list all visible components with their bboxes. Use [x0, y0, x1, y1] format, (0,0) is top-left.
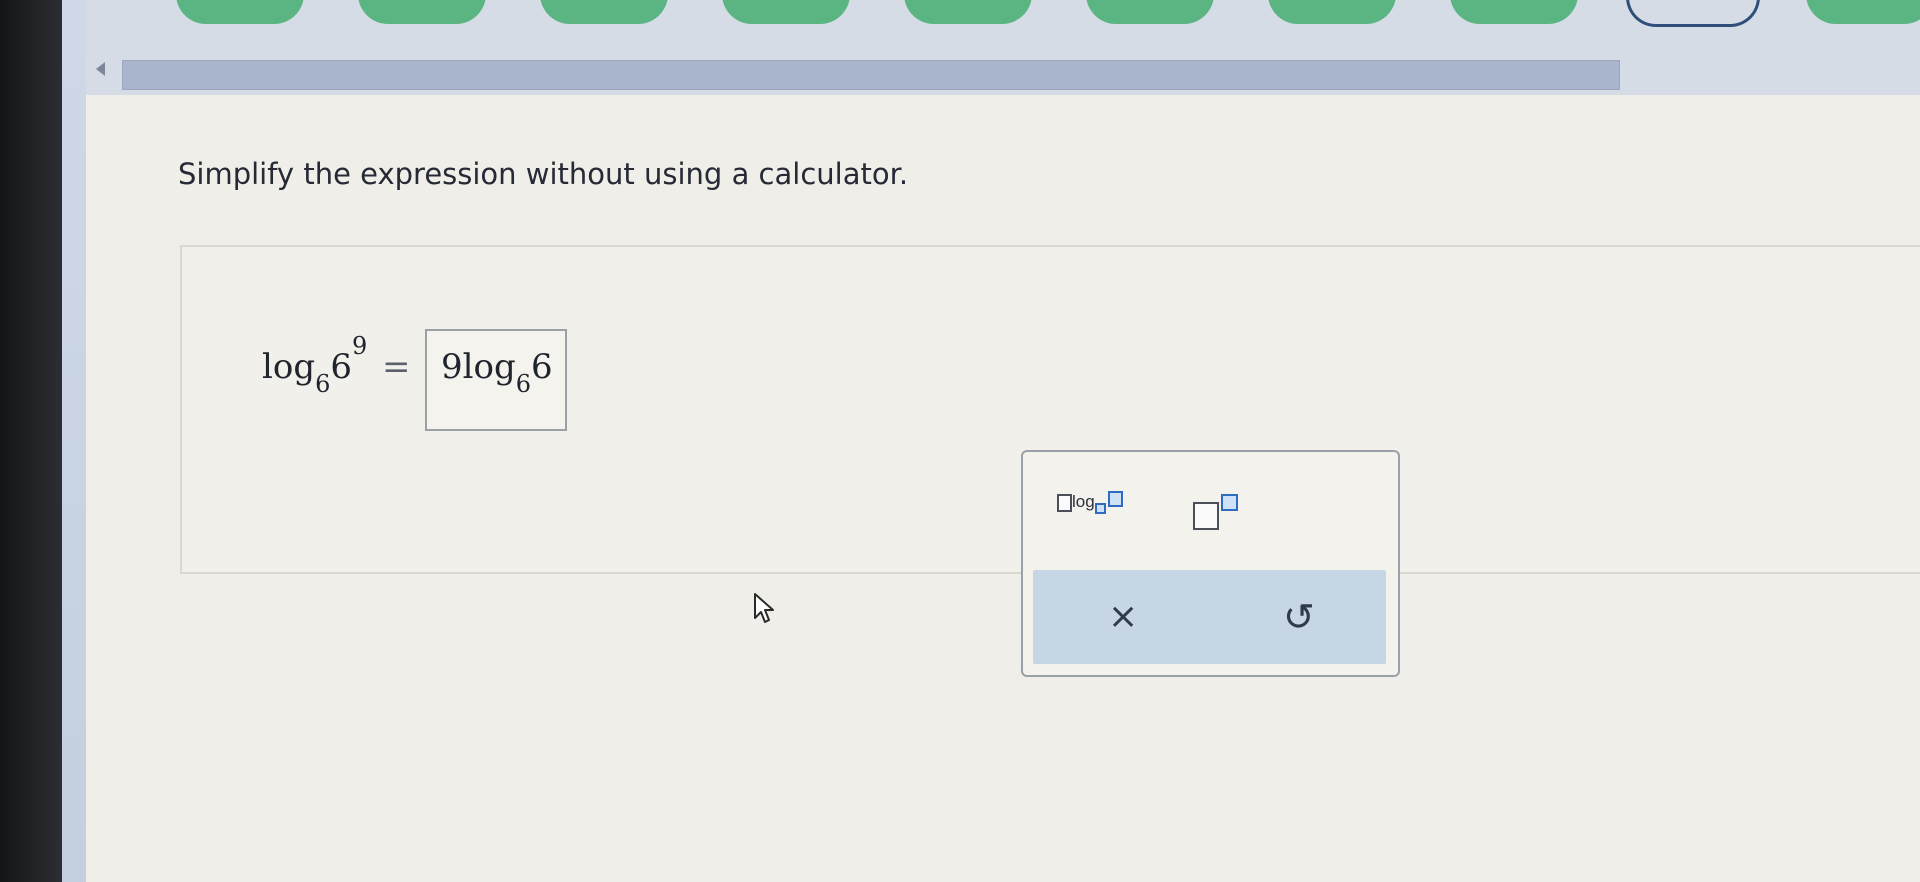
question-nav-pill[interactable]: [722, 0, 850, 24]
question-nav-pill[interactable]: [1806, 0, 1920, 24]
question-nav-pill[interactable]: [176, 0, 304, 24]
given-expression: log669: [262, 332, 367, 398]
screen: Simplify the expression without using a …: [0, 0, 1920, 882]
coefficient-slot-icon: [1057, 493, 1072, 512]
collapse-arrow-icon[interactable]: [96, 62, 105, 76]
log-argument: 6: [330, 347, 353, 387]
monitor-bezel: [0, 0, 62, 882]
question-nav-pill[interactable]: [540, 0, 668, 24]
answer-input[interactable]: 9log66: [425, 329, 567, 431]
log-function: log: [262, 347, 316, 387]
question-prompt: Simplify the expression without using a …: [178, 157, 909, 191]
answer-area: log669 = 9log66 log × ↺: [180, 245, 1920, 677]
question-nav-pill[interactable]: [1450, 0, 1578, 24]
question-nav-pill[interactable]: [904, 0, 1032, 24]
answer-coefficient: 9: [441, 347, 463, 387]
mouse-pointer-icon: [754, 593, 774, 623]
question-nav-pill[interactable]: [1086, 0, 1214, 24]
assignment-page: Simplify the expression without using a …: [86, 0, 1920, 882]
answer-log-argument: 6: [531, 347, 553, 387]
answer-log-function: log: [462, 347, 516, 387]
answer-expression: 9log66: [441, 347, 553, 398]
current-question-pill[interactable]: [1626, 0, 1760, 27]
log-template-button[interactable]: log: [1057, 490, 1123, 515]
math-palette: log × ↺: [1021, 450, 1400, 677]
exponent-template-button[interactable]: [1193, 494, 1243, 530]
power-slot-icon: [1221, 494, 1238, 511]
question-nav-pill[interactable]: [358, 0, 486, 24]
question-nav-pill[interactable]: [1268, 0, 1396, 24]
base-slot-icon: [1094, 503, 1106, 515]
question-content: Simplify the expression without using a …: [86, 95, 1920, 882]
base-slot-icon: [1193, 502, 1219, 530]
answer-log-base: 6: [515, 370, 532, 398]
log-template-label: log: [1072, 492, 1095, 511]
top-navigation: [86, 0, 1920, 95]
progress-bar: [122, 60, 1620, 90]
palette-action-bar: × ↺: [1033, 570, 1386, 664]
undo-icon[interactable]: ↺: [1283, 592, 1315, 642]
log-base: 6: [315, 370, 331, 398]
equals-sign: =: [382, 347, 411, 387]
argument-exponent: 9: [352, 332, 368, 360]
argument-slot-icon: [1107, 490, 1123, 507]
clear-icon[interactable]: ×: [1108, 592, 1138, 642]
